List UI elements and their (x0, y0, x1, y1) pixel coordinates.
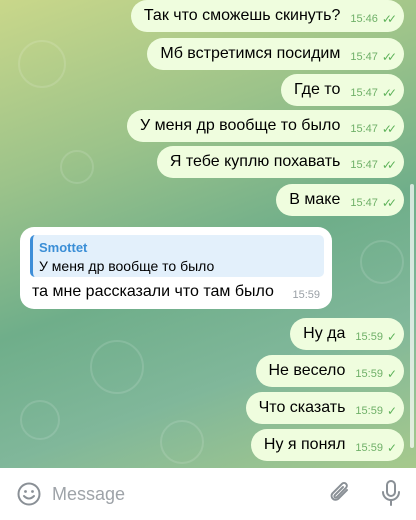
message-bubble-outgoing[interactable]: Ну я понял 15:59 ✓ (250, 429, 404, 461)
check-icon: ✓ (386, 440, 397, 455)
message-bubble-outgoing[interactable]: Я тебе куплю похавать 15:47 ✓✓ (156, 146, 404, 178)
message-time: 15:59 (355, 368, 383, 380)
message-bubble-outgoing[interactable]: Ну да 15:59 ✓ (290, 318, 404, 350)
message-time: 15:47 (350, 123, 378, 135)
message-time: 15:59 (355, 442, 383, 454)
double-check-icon: ✓✓ (381, 121, 397, 136)
message-text: В маке (289, 191, 341, 208)
message-time: 15:47 (350, 159, 378, 171)
message-bubble-outgoing[interactable]: Не весело 15:59 ✓ (255, 355, 404, 387)
scrollbar-thumb[interactable] (410, 184, 414, 448)
check-icon: ✓ (386, 403, 397, 418)
message-text: Что сказать (258, 399, 346, 416)
double-check-icon: ✓✓ (381, 195, 397, 210)
wallpaper-doodle (360, 240, 404, 284)
message-time: 15:59 (355, 331, 383, 343)
message-time: 15:59 (355, 405, 383, 417)
message-text: Ну да (303, 325, 346, 342)
check-icon: ✓ (386, 329, 397, 344)
double-check-icon: ✓✓ (381, 11, 397, 26)
message-bubble-outgoing[interactable]: Где то 15:47 ✓✓ (281, 74, 404, 106)
wallpaper-doodle (90, 340, 144, 394)
message-text: та мне рассказали что там было (32, 283, 274, 300)
message-text: Ну я понял (263, 436, 346, 453)
mic-icon[interactable] (380, 479, 402, 509)
message-bubble-outgoing[interactable]: В маке 15:47 ✓✓ (276, 184, 404, 216)
message-text: Я тебе куплю похавать (169, 153, 341, 170)
chat-background: Так что сможешь скинуть? 15:46 ✓✓ Мб вст… (0, 0, 416, 468)
double-check-icon: ✓✓ (381, 157, 397, 172)
message-text: Где то (294, 81, 341, 98)
wallpaper-doodle (160, 420, 204, 464)
message-bubble-outgoing[interactable]: У меня др вообще то было 15:47 ✓✓ (127, 110, 404, 142)
wallpaper-doodle (60, 150, 94, 184)
message-composer (0, 468, 416, 520)
attach-icon[interactable] (328, 480, 354, 508)
message-text: У меня др вообще то было (140, 117, 341, 134)
emoji-icon[interactable] (16, 481, 42, 507)
double-check-icon: ✓✓ (381, 85, 397, 100)
double-check-icon: ✓✓ (381, 49, 397, 64)
message-time: 15:46 (350, 13, 378, 25)
message-bubble-outgoing[interactable]: Что сказать 15:59 ✓ (245, 392, 404, 424)
message-bubble-outgoing[interactable]: Мб встретимся посидим 15:47 ✓✓ (147, 38, 404, 70)
reply-text: У меня др вообще то было (39, 258, 215, 274)
message-time: 15:47 (350, 87, 378, 99)
message-time: 15:47 (350, 51, 378, 63)
wallpaper-doodle (20, 400, 60, 440)
check-icon: ✓ (386, 366, 397, 381)
message-time: 15:59 (292, 289, 320, 301)
reply-author: Smottet (39, 240, 88, 255)
message-text: Так что сможешь скинуть? (143, 7, 341, 24)
message-bubble-incoming[interactable]: Smottet У меня др вообще то было та мне … (20, 227, 332, 309)
message-input[interactable] (52, 482, 312, 506)
message-time: 15:47 (350, 197, 378, 209)
reply-quote[interactable]: Smottet У меня др вообще то было (30, 235, 324, 277)
wallpaper-doodle (18, 40, 66, 88)
message-bubble-outgoing[interactable]: Так что сможешь скинуть? 15:46 ✓✓ (130, 0, 404, 32)
message-text: Мб встретимся посидим (160, 45, 341, 62)
message-text: Не весело (268, 362, 346, 379)
